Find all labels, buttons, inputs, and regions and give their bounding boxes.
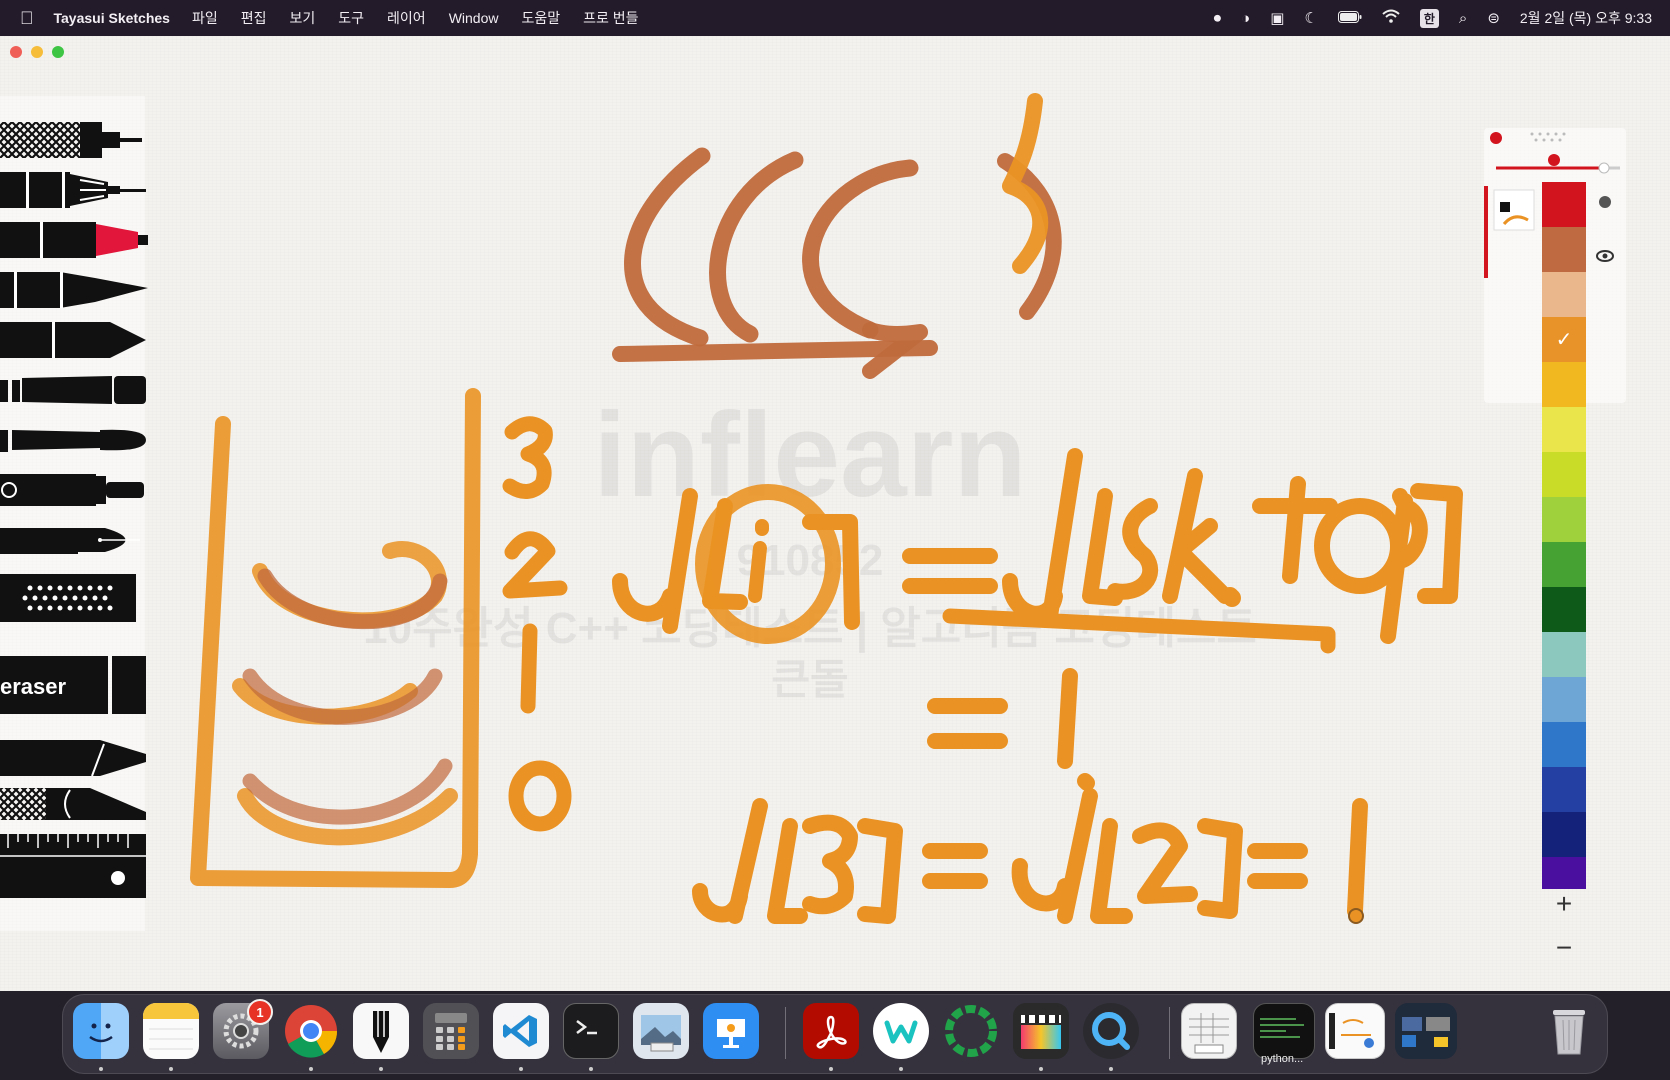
tayasui-sketches-icon[interactable]	[353, 1003, 409, 1059]
terminal-window-thumbnail[interactable]	[1253, 1003, 1315, 1059]
marker-tool[interactable]	[0, 318, 150, 362]
crosshatch-pencil-tool[interactable]	[0, 118, 150, 162]
acrobat-icon[interactable]	[803, 1003, 859, 1059]
color-swatch-lime[interactable]	[1542, 452, 1586, 497]
color-palette: ✓	[1542, 182, 1586, 889]
mechanical-pencil-tool[interactable]	[0, 168, 150, 212]
chrome-icon[interactable]	[283, 1003, 339, 1059]
color-swatch-green[interactable]	[1542, 542, 1586, 587]
color-swatch-yellow[interactable]	[1542, 407, 1586, 452]
menu-layer[interactable]: 레이어	[387, 8, 426, 28]
handwritten-sketch	[190, 93, 1463, 924]
terminal-icon[interactable]	[563, 1003, 619, 1059]
menu-view[interactable]: 보기	[290, 8, 316, 28]
sketch-window: inflearn 910852 10주완성 C++ 코딩테스트 | 알고리즘 코…	[0, 36, 1670, 991]
menu-help[interactable]: 도움말	[521, 8, 560, 28]
settings-notification-badge: 1	[247, 999, 273, 1025]
spotlight-search-icon[interactable]: ⌕	[1459, 10, 1467, 27]
finder-icon[interactable]	[73, 1003, 129, 1059]
notes-icon[interactable]	[143, 1003, 199, 1059]
input-source-badge[interactable]: 한	[1419, 8, 1439, 28]
keynote-icon[interactable]	[703, 1003, 759, 1059]
preview-icon[interactable]	[633, 1003, 689, 1059]
color-swatch-brown[interactable]	[1542, 227, 1586, 272]
eraser-label: eraser	[0, 674, 67, 699]
window-minimize-button[interactable]	[31, 46, 43, 58]
desktop-window-thumbnail[interactable]	[1395, 1003, 1457, 1059]
window-close-button[interactable]	[10, 46, 22, 58]
control-center-icon[interactable]: ⊜	[1487, 9, 1500, 27]
record-icon[interactable]: ⏺	[1214, 10, 1222, 27]
vscode-icon[interactable]	[493, 1003, 549, 1059]
airbrush-tool[interactable]	[0, 368, 150, 412]
felt-pen-tool[interactable]	[0, 218, 150, 262]
calculator-icon[interactable]	[423, 1003, 479, 1059]
color-swatch-orange[interactable]: ✓	[1542, 317, 1586, 362]
window-controls	[10, 46, 64, 58]
zoom-out-button[interactable]: −	[1542, 928, 1586, 968]
sync-icon[interactable]: ◑	[1241, 10, 1250, 27]
final-cut-pro-icon[interactable]	[1013, 1003, 1069, 1059]
wifi-icon[interactable]	[1382, 9, 1400, 27]
ink-brush-tool[interactable]	[0, 418, 150, 462]
quicktime-icon[interactable]	[1083, 1003, 1139, 1059]
menu-tools[interactable]: 도구	[338, 8, 364, 28]
whale-browser-icon[interactable]	[873, 1003, 929, 1059]
window-zoom-button[interactable]	[52, 46, 64, 58]
color-swatch-peach[interactable]	[1542, 272, 1586, 317]
excel-file-icon[interactable]	[1181, 1003, 1237, 1059]
display-icon[interactable]: ▣	[1270, 9, 1284, 27]
zoom-in-button[interactable]: +	[1542, 884, 1586, 924]
round-brush-tool[interactable]	[0, 468, 150, 512]
apple-menu-icon[interactable]: 	[20, 8, 34, 29]
color-swatch-teal[interactable]	[1542, 632, 1586, 677]
tool-rail: eraser	[0, 96, 148, 931]
menu-edit[interactable]: 편집	[241, 8, 267, 28]
eraser-tool[interactable]: eraser	[0, 656, 150, 716]
battery-icon[interactable]	[1337, 10, 1362, 27]
menu-clock[interactable]: 2월 2일 (목) 오후 9:33	[1520, 8, 1652, 28]
system-settings-icon[interactable]: 1	[213, 999, 273, 1059]
menu-pro-bundle[interactable]: 프로 번들	[583, 8, 638, 28]
pattern-brush-tool[interactable]	[0, 782, 150, 826]
color-swatch-navy[interactable]	[1542, 812, 1586, 857]
color-swatch-royal-blue[interactable]	[1542, 767, 1586, 812]
menu-bar:  Tayasui Sketches 파일 편집 보기 도구 레이어 Windo…	[0, 0, 1670, 36]
menu-file[interactable]: 파일	[192, 8, 218, 28]
terminal-window-caption: python...	[1261, 1053, 1304, 1065]
sync-app-icon[interactable]	[943, 1003, 999, 1059]
fountain-pen-tool[interactable]	[0, 518, 150, 562]
ruler-tool[interactable]	[0, 832, 150, 902]
spray-dots-tool[interactable]	[0, 574, 150, 622]
menu-window[interactable]: Window	[449, 10, 499, 26]
moon-icon[interactable]: ☾	[1304, 9, 1317, 27]
app-name-menu[interactable]: Tayasui Sketches	[54, 10, 170, 26]
trash-icon[interactable]	[1541, 1003, 1597, 1059]
sketch-window-thumbnail[interactable]	[1325, 1003, 1385, 1059]
dock: 1 python...	[62, 994, 1608, 1074]
cutter-tool[interactable]	[0, 736, 150, 780]
drawing-canvas[interactable]: inflearn 910852 10주완성 C++ 코딩테스트 | 알고리즘 코…	[150, 36, 1470, 991]
color-swatch-blue[interactable]	[1542, 722, 1586, 767]
color-swatch-dark-green[interactable]	[1542, 587, 1586, 632]
color-swatch-light-green[interactable]	[1542, 497, 1586, 542]
color-swatch-amber[interactable]	[1542, 362, 1586, 407]
selected-check-icon: ✓	[1555, 329, 1573, 351]
brush-pen-tool[interactable]	[0, 268, 150, 312]
color-swatch-red[interactable]	[1542, 182, 1586, 227]
status-area: ⏺ ◑ ▣ ☾ 한 ⌕ ⊜ 2월 2일 (목) 오후 9:33	[1214, 8, 1652, 28]
color-swatch-sky[interactable]	[1542, 677, 1586, 722]
